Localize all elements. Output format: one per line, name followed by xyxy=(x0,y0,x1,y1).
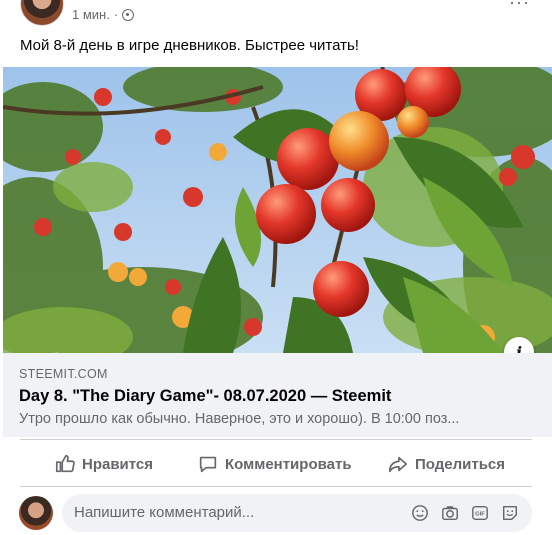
comment-tools: GIF xyxy=(410,503,520,523)
share-icon xyxy=(388,456,408,473)
svg-text:GIF: GIF xyxy=(475,512,485,518)
post-header: 1 мин. · ··· xyxy=(0,0,552,30)
comment-label: Комментировать xyxy=(225,455,352,473)
like-label: Нравится xyxy=(82,455,154,473)
post-text: Мой 8-й день в игре дневников. Быстрее ч… xyxy=(20,37,359,54)
post-actions: Нравится Комментировать Поделиться xyxy=(0,444,552,484)
post-meta: 1 мин. · xyxy=(72,7,135,22)
gif-icon[interactable]: GIF xyxy=(470,503,490,523)
link-domain: STEEMIT.COM xyxy=(19,367,108,381)
comment-placeholder: Напишите комментарий... xyxy=(74,504,255,521)
more-options-button[interactable]: ··· xyxy=(509,0,530,13)
post-time[interactable]: 1 мин. xyxy=(72,7,110,22)
share-button[interactable]: Поделиться xyxy=(387,444,505,484)
emoji-icon[interactable] xyxy=(410,503,430,523)
avatar[interactable] xyxy=(20,0,64,26)
link-preview-card[interactable]: STEEMIT.COM Day 8. "The Diary Game"- 08.… xyxy=(3,353,552,437)
cherry-plum-photo xyxy=(3,67,552,353)
link-description: Утро прошло как обычно. Наверное, это и … xyxy=(19,411,460,427)
divider xyxy=(20,439,532,440)
camera-icon[interactable] xyxy=(440,503,460,523)
meta-dot: · xyxy=(113,7,119,22)
divider xyxy=(20,486,532,487)
comment-input[interactable]: Напишите комментарий... GIF xyxy=(62,494,532,532)
link-title[interactable]: Day 8. "The Diary Game"- 08.07.2020 — St… xyxy=(19,387,391,406)
like-icon xyxy=(55,454,75,473)
avatar[interactable] xyxy=(19,496,53,530)
share-label: Поделиться xyxy=(415,455,506,473)
comment-button[interactable]: Комментировать xyxy=(197,444,352,484)
link-preview-image[interactable]: i xyxy=(3,67,552,353)
comment-icon xyxy=(199,456,217,473)
comment-composer: Напишите комментарий... GIF xyxy=(0,494,552,534)
sticker-icon[interactable] xyxy=(500,503,520,523)
globe-icon[interactable] xyxy=(122,8,135,21)
like-button[interactable]: Нравится xyxy=(54,444,153,484)
